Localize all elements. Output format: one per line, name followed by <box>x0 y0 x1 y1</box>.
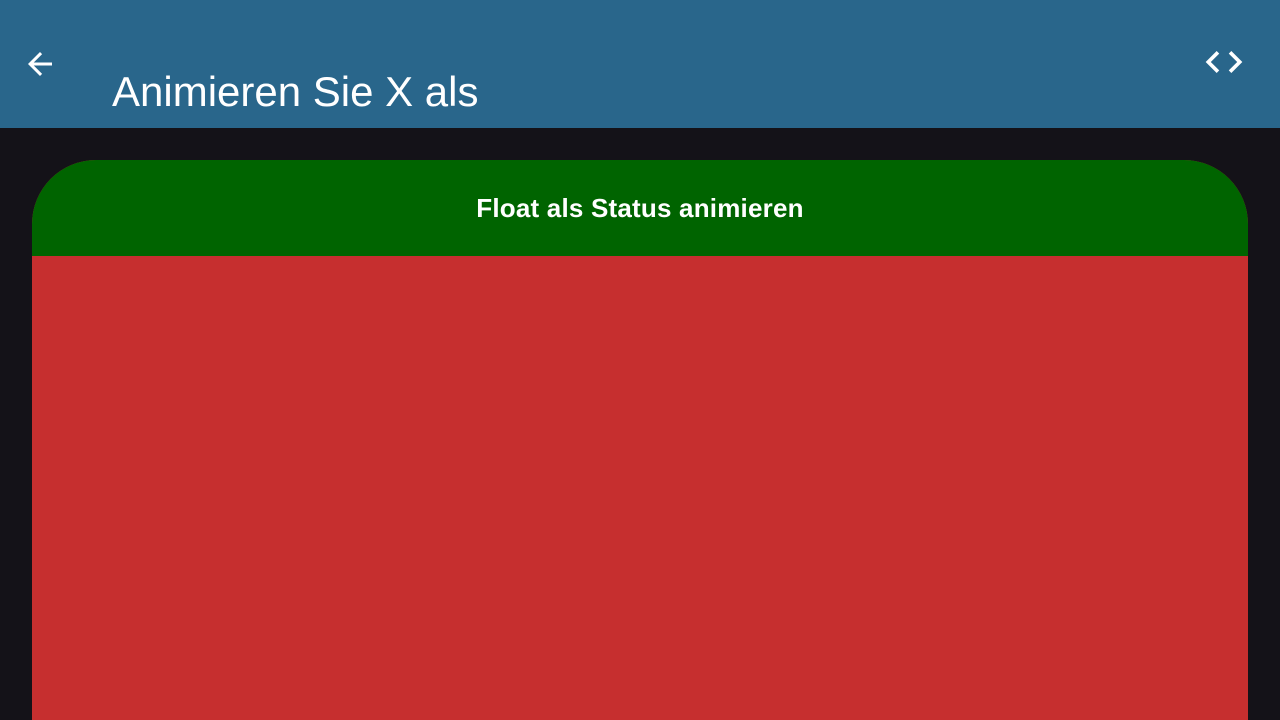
animated-content-area <box>32 256 1248 720</box>
app-bar: Animieren Sie X als <box>0 0 1280 128</box>
page-title: Animieren Sie X als <box>112 68 479 116</box>
back-button[interactable] <box>24 40 88 88</box>
arrow-back-icon <box>16 40 64 88</box>
animate-float-label: Float als Status animieren <box>476 192 804 223</box>
animation-card: Float als Status animieren <box>32 160 1248 720</box>
view-source-button[interactable] <box>1196 40 1252 88</box>
code-icon <box>1202 40 1246 89</box>
animate-float-as-state-button[interactable]: Float als Status animieren <box>32 160 1248 256</box>
